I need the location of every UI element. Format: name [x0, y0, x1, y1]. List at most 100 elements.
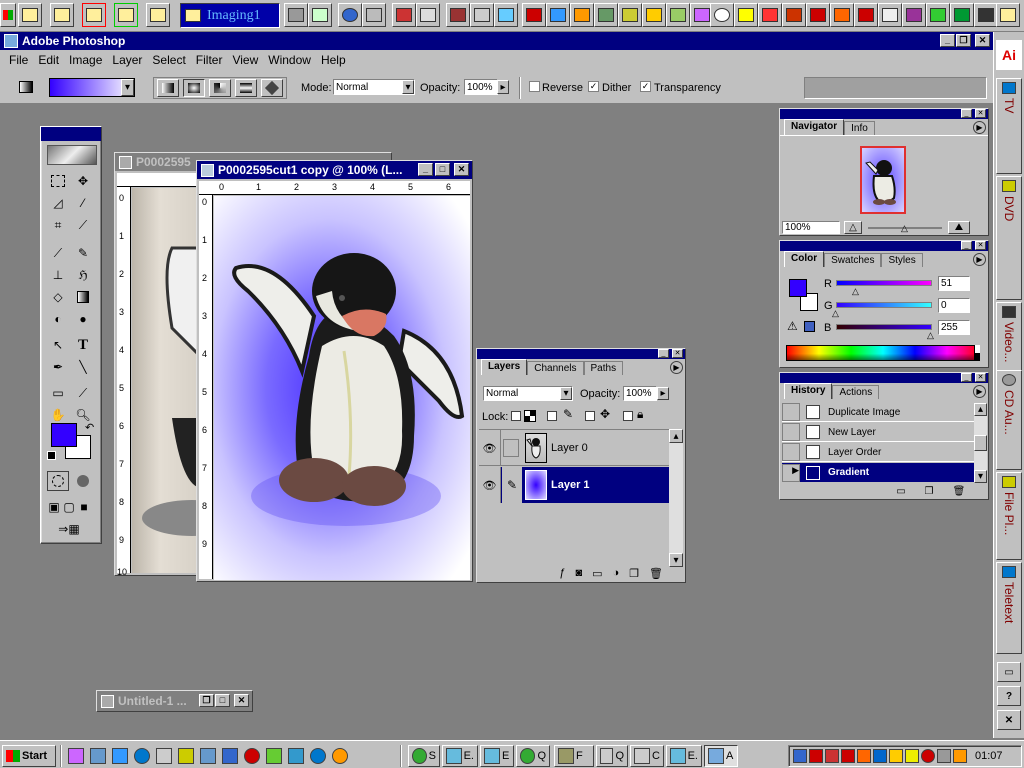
- taskbar-button[interactable]: Q: [516, 745, 550, 767]
- eraser-tool-icon[interactable]: ◇: [47, 287, 69, 307]
- zoom-out-icon[interactable]: △: [844, 221, 862, 234]
- menu-select[interactable]: Select: [147, 53, 190, 67]
- app-icon[interactable]: [522, 3, 546, 27]
- panel-menu-arrow-icon[interactable]: ▶: [973, 253, 986, 266]
- out-of-gamut-warning-icon[interactable]: ⚠: [787, 319, 798, 333]
- minimized-document[interactable]: Untitled-1 ... ❐ □ ✕: [96, 690, 253, 712]
- app-icon[interactable]: [494, 3, 518, 27]
- windows-logo-icon[interactable]: [0, 3, 16, 27]
- trash-icon[interactable]: 🗑︎: [649, 567, 663, 581]
- app-icon[interactable]: [244, 748, 260, 764]
- maximize-button[interactable]: □: [435, 163, 450, 176]
- history-item[interactable]: New Layer: [782, 423, 974, 442]
- spectrum-white-swatch[interactable]: [974, 345, 980, 353]
- taskbar-button[interactable]: E.: [442, 745, 478, 767]
- tray-icon[interactable]: [889, 749, 903, 763]
- blend-mode-dropdown-arrow-icon[interactable]: ▾: [560, 387, 572, 400]
- menu-layer[interactable]: Layer: [107, 53, 147, 67]
- app-icon[interactable]: [830, 3, 854, 27]
- lasso-tool-icon[interactable]: ◿: [47, 193, 69, 213]
- menu-window[interactable]: Window: [263, 53, 316, 67]
- scroll-down-icon[interactable]: ▾: [974, 470, 987, 483]
- tab-color[interactable]: Color: [784, 251, 825, 267]
- menu-filter[interactable]: Filter: [191, 53, 228, 67]
- document-title-bar[interactable]: P0002595cut1 copy @ 100% (L... _ □ ✕: [197, 161, 472, 179]
- app-icon[interactable]: [950, 3, 974, 27]
- marquee-tool-icon[interactable]: [47, 171, 69, 191]
- g-input[interactable]: 0: [938, 298, 970, 313]
- app-icon[interactable]: [618, 3, 642, 27]
- layers-scrollbar[interactable]: ▴ ▾: [669, 429, 683, 567]
- crop-tool-icon[interactable]: ⌗: [47, 215, 69, 235]
- gradient-dropdown-arrow-icon[interactable]: ▾: [121, 79, 134, 96]
- app-icon[interactable]: [902, 3, 926, 27]
- radial-gradient-button[interactable]: [183, 79, 205, 97]
- navigator-zoom-field[interactable]: 100%: [782, 221, 840, 234]
- app-icon[interactable]: [666, 3, 690, 27]
- tab-channels[interactable]: Channels: [527, 361, 584, 375]
- eye-logo-icon[interactable]: [47, 145, 97, 165]
- menu-edit[interactable]: Edit: [33, 53, 64, 67]
- tray-icon[interactable]: [905, 749, 919, 763]
- toolbox-title-bar[interactable]: [41, 127, 101, 141]
- app-icon[interactable]: [642, 3, 666, 27]
- app-icon[interactable]: [90, 748, 106, 764]
- transparency-checkbox[interactable]: ✓: [640, 81, 651, 92]
- history-brush-tool-icon[interactable]: ℌ: [72, 265, 94, 285]
- foreground-color-swatch[interactable]: [51, 423, 77, 447]
- new-document-icon[interactable]: ❐: [920, 485, 938, 498]
- minimize-button[interactable]: _: [940, 34, 955, 47]
- media-icon[interactable]: [332, 748, 348, 764]
- panel-title-bar[interactable]: [780, 373, 988, 383]
- clone-stamp-tool-icon[interactable]: ⊥: [47, 265, 69, 285]
- trash-icon[interactable]: 🗑︎: [950, 485, 968, 498]
- layer-opacity-arrow-icon[interactable]: ▸: [657, 387, 669, 400]
- scroll-down-icon[interactable]: ▾: [669, 553, 683, 567]
- help-icon[interactable]: ?: [997, 686, 1021, 706]
- tab-layers[interactable]: Layers: [481, 359, 528, 375]
- panel-title-bar[interactable]: [780, 241, 988, 251]
- tray-icon[interactable]: [809, 749, 823, 763]
- lock-all-checkbox[interactable]: [623, 411, 633, 421]
- healing-brush-tool-icon[interactable]: ⟋: [47, 243, 69, 263]
- tray-icon[interactable]: [841, 749, 855, 763]
- b-slider-thumb[interactable]: △: [927, 330, 934, 341]
- opacity-input[interactable]: 100%: [464, 79, 498, 95]
- history-item[interactable]: Layer Order: [782, 443, 974, 462]
- jump-to-imageready-icon[interactable]: ⇒▦: [47, 519, 91, 539]
- lock-image-checkbox[interactable]: [547, 411, 557, 421]
- scanner-icon[interactable]: [284, 3, 308, 27]
- photo-icon[interactable]: [362, 3, 386, 27]
- linear-gradient-button[interactable]: [157, 79, 179, 97]
- sidebar-tab-tv[interactable]: TV: [996, 78, 1022, 174]
- gradient-tool-icon[interactable]: [16, 78, 36, 96]
- close-button[interactable]: ✕: [975, 34, 990, 47]
- move-tool-icon[interactable]: ✥: [72, 171, 94, 191]
- hand-tool-icon[interactable]: ✋: [47, 405, 69, 425]
- sidebar-tab-dvd[interactable]: DVD: [996, 176, 1022, 300]
- app-icon[interactable]: [758, 3, 782, 27]
- eyedropper-tool-icon[interactable]: ⟋: [72, 383, 94, 403]
- history-scrollbar[interactable]: ▴ ▾: [974, 403, 987, 483]
- sidebar-tab-file-player[interactable]: File Pl...: [996, 472, 1022, 560]
- gamut-color-swatch[interactable]: [804, 321, 815, 332]
- scroll-up-icon[interactable]: ▴: [669, 429, 683, 443]
- opacity-arrow-icon[interactable]: ▸: [497, 80, 509, 94]
- history-item[interactable]: Duplicate Image: [782, 403, 974, 422]
- document-window-front[interactable]: P0002595cut1 copy @ 100% (L... _ □ ✕ 0 1…: [196, 160, 473, 582]
- panel-title-bar[interactable]: [477, 349, 685, 359]
- diamond-gradient-button[interactable]: [261, 79, 283, 97]
- app-title-bar[interactable]: Adobe Photoshop _ ❐ ✕: [0, 32, 993, 50]
- g-slider-thumb[interactable]: △: [832, 308, 839, 319]
- minimize-button[interactable]: _: [961, 109, 972, 118]
- palette-well[interactable]: [804, 77, 987, 99]
- globe-icon[interactable]: [338, 3, 362, 27]
- zoom-in-icon[interactable]: ⛰: [948, 221, 970, 234]
- sidebar-tab-cd-audio[interactable]: CD Au...: [996, 370, 1022, 470]
- tray-icon[interactable]: [793, 749, 807, 763]
- gradient-tool-icon[interactable]: [72, 287, 94, 307]
- app-icon[interactable]: [974, 3, 998, 27]
- minimize-button[interactable]: _: [658, 349, 669, 358]
- layer-row-selected[interactable]: 👁︎ ✎ Layer 1: [479, 467, 669, 503]
- taskbar-button[interactable]: Q: [596, 745, 628, 767]
